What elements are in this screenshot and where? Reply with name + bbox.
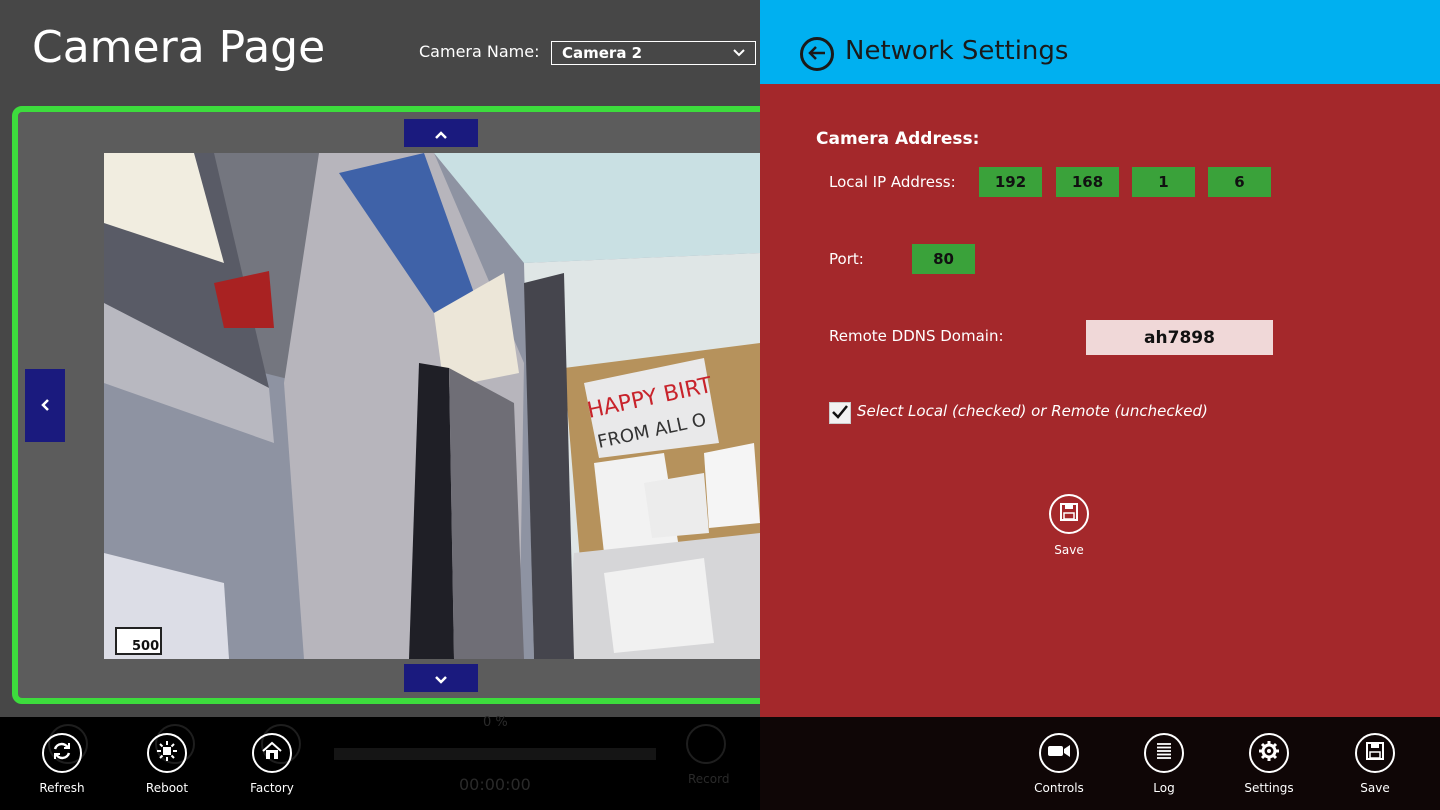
local-remote-checkbox[interactable]: [829, 402, 851, 424]
local-remote-checkbox-label: Select Local (checked) or Remote (unchec…: [857, 402, 1208, 420]
pan-left-button[interactable]: [25, 369, 65, 442]
factory-label: Factory: [250, 781, 294, 795]
back-arrow-icon: [808, 42, 826, 66]
save-button[interactable]: [1355, 733, 1395, 773]
ddns-field[interactable]: ah7898: [1086, 320, 1273, 355]
record-label: Record: [688, 772, 730, 786]
floppy-disk-icon: [1059, 502, 1079, 526]
log-button[interactable]: [1144, 733, 1184, 773]
home-icon: [261, 740, 283, 766]
port-label: Port:: [829, 250, 864, 268]
controls-label: Controls: [1034, 781, 1084, 795]
chevron-up-icon: [435, 124, 447, 143]
settings-label: Settings: [1244, 781, 1294, 795]
camera-name-label: Camera Name:: [419, 42, 540, 61]
list-icon: [1155, 742, 1173, 764]
floppy-disk-icon: [1365, 741, 1385, 765]
recording-time: 00:00:00: [459, 775, 531, 794]
ip-octet-1-field[interactable]: 192: [979, 167, 1042, 197]
camera-address-heading: Camera Address:: [816, 129, 980, 149]
pan-up-button[interactable]: [404, 119, 478, 147]
gear-icon: [1258, 740, 1280, 766]
panel-save-label: Save: [1054, 543, 1084, 557]
reboot-label: Reboot: [145, 781, 189, 795]
camera-video-feed[interactable]: HAPPY BIRT FROM ALL O 500: [104, 153, 760, 659]
back-button[interactable]: [800, 37, 834, 71]
chevron-down-icon: [733, 46, 745, 60]
chevron-down-icon: [435, 669, 447, 688]
pan-down-button[interactable]: [404, 664, 478, 692]
ddns-label: Remote DDNS Domain:: [829, 327, 1004, 345]
controls-button[interactable]: [1039, 733, 1079, 773]
ip-octet-4-field[interactable]: 6: [1208, 167, 1271, 197]
save-label: Save: [1360, 781, 1390, 795]
camera-select-value: Camera 2: [562, 44, 643, 62]
refresh-button[interactable]: [42, 733, 82, 773]
video-camera-icon: [1047, 743, 1071, 763]
factory-button[interactable]: [252, 733, 292, 773]
local-ip-label: Local IP Address:: [829, 173, 956, 191]
checkmark-icon: [832, 404, 848, 423]
refresh-label: Refresh: [39, 781, 85, 795]
refresh-icon: [51, 740, 73, 766]
chevron-left-icon: [41, 396, 49, 415]
panel-title: Network Settings: [845, 36, 1069, 66]
port-field[interactable]: 80: [912, 244, 975, 274]
panel-save-button[interactable]: [1049, 494, 1089, 534]
svg-text:500: 500: [132, 639, 159, 654]
app-root: Camera Page Camera Name: Camera 2 HAPPY …: [0, 0, 1440, 810]
page-title: Camera Page: [32, 22, 326, 73]
recording-progress-text: 0 %: [483, 715, 508, 730]
app-bar-right: [760, 717, 1440, 810]
ip-octet-2-field[interactable]: 168: [1056, 167, 1119, 197]
reboot-button[interactable]: [147, 733, 187, 773]
camera-select[interactable]: Camera 2: [551, 41, 756, 65]
reboot-icon: [156, 740, 178, 766]
record-button[interactable]: [686, 724, 726, 764]
recording-progress-bar: [334, 748, 656, 760]
settings-button[interactable]: [1249, 733, 1289, 773]
ip-octet-3-field[interactable]: 1: [1132, 167, 1195, 197]
log-label: Log: [1153, 781, 1175, 795]
